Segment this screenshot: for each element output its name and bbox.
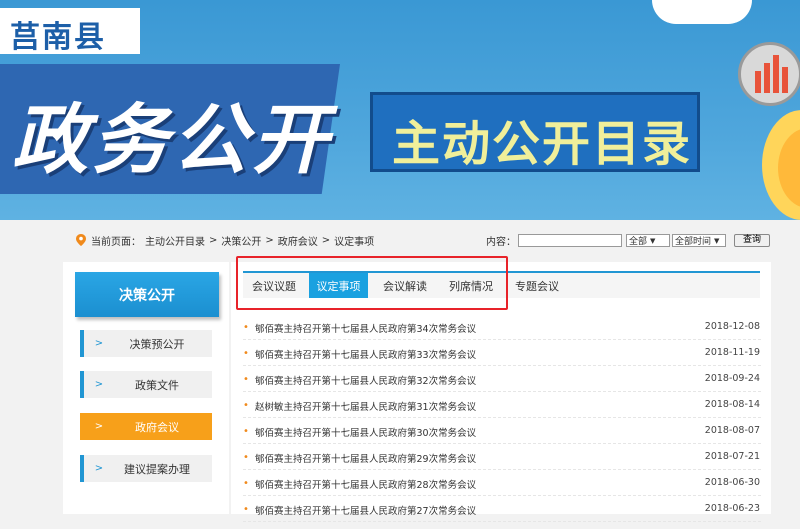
list-item-title[interactable]: 郇佰赛主持召开第十七届县人民政府第29次常务会议 [255,451,476,465]
list-item-title[interactable]: 郇佰赛主持召开第十七届县人民政府第27次常务会议 [255,503,476,517]
search-button[interactable]: 查询 [734,234,771,247]
breadcrumb-separator: > [265,234,274,246]
list-item-date: 2018-11-19 [704,347,760,358]
list-item[interactable]: • 郇佰赛主持召开第十七届县人民政府第28次常务会议 2018-06-30 [243,470,761,496]
location-pin-icon [76,234,86,246]
list-item-title[interactable]: 赵树敏主持召开第十七届县人民政府第31次常务会议 [255,399,476,413]
list-item[interactable]: • 赵树敏主持召开第十七届县人民政府第31次常务会议 2018-08-14 [243,392,761,418]
breadcrumb-item[interactable]: 决策公开 [221,233,261,248]
sidebar-item-label: 政策文件 [135,378,179,392]
dot-icon: • [243,348,249,359]
tab-special-meetings[interactable]: 专题会议 [508,273,566,298]
time-select-value: 全部时间 [675,237,712,247]
sidebar-header: 决策公开 [75,272,219,317]
list-item-date: 2018-08-07 [704,425,760,436]
sidebar-item-policy-documents[interactable]: > 政策文件 [80,371,212,398]
list-item-date: 2018-07-21 [704,451,760,462]
breadcrumb-item[interactable]: 主动公开目录 [145,233,205,248]
dot-icon: • [243,322,249,333]
list-item-title[interactable]: 郇佰赛主持召开第十七届县人民政府第30次常务会议 [255,425,476,439]
breadcrumb-prefix: 当前页面： [91,236,141,248]
list-item-title[interactable]: 郇佰赛主持召开第十七届县人民政府第28次常务会议 [255,477,476,491]
search-bar: 内容： 全部 ▼ 全部时间 ▼ 查询 [486,233,771,248]
list-item-date: 2018-12-08 [704,321,760,332]
search-label: 内容： [486,237,516,248]
chevron-right-icon: > [94,463,104,474]
dot-icon: • [243,374,249,385]
sidebar-item-government-meetings[interactable]: > 政府会议 [80,413,212,440]
breadcrumb-separator: > [209,234,218,246]
list-item[interactable]: • 郇佰赛主持召开第十七届县人民政府第33次常务会议 2018-11-19 [243,340,761,366]
list-item-date: 2018-09-24 [704,373,760,384]
chevron-down-icon: ▼ [714,236,720,245]
dot-icon: • [243,426,249,437]
search-input[interactable] [518,234,622,247]
chevron-right-icon: > [94,421,104,432]
chevron-down-icon: ▼ [650,236,656,245]
scope-select-value: 全部 [629,237,648,247]
list-item[interactable]: • 郇佰赛主持召开第十七届县人民政府第30次常务会议 2018-08-07 [243,418,761,444]
county-name: 莒南县 [10,20,106,55]
list-item[interactable]: • 郇佰赛主持召开第十七届县人民政府第34次常务会议 2018-12-08 [243,314,761,340]
list-item-date: 2018-06-30 [704,477,760,488]
list-item-title[interactable]: 郇佰赛主持召开第十七届县人民政府第34次常务会议 [255,321,476,335]
breadcrumb-item[interactable]: 政府会议 [278,233,318,248]
sidebar-item-label: 政府会议 [135,420,179,434]
list-item-date: 2018-06-23 [704,503,760,514]
site-title: 政务公开 [12,95,332,184]
highlight-box [236,256,508,310]
chevron-right-icon: > [94,338,104,349]
dot-icon: • [243,400,249,411]
breadcrumb-current: 议定事项 [334,236,375,248]
list-item[interactable]: • 郇佰赛主持召开第十七届县人民政府第27次常务会议 2018-06-23 [243,496,761,522]
breadcrumb: 当前页面： 主动公开目录 > 决策公开 > 政府会议 > 议定事项 [76,233,378,248]
bar-chart-icon [738,42,800,106]
sidebar-item-label: 决策预公开 [129,337,185,351]
cloud-decoration [652,0,752,24]
list-item-title[interactable]: 郇佰赛主持召开第十七届县人民政府第33次常务会议 [255,347,476,361]
list-item[interactable]: • 郇佰赛主持召开第十七届县人民政府第32次常务会议 2018-09-24 [243,366,761,392]
breadcrumb-separator: > [321,234,331,246]
scope-select[interactable]: 全部 ▼ [626,234,670,247]
dot-icon: • [243,452,249,463]
list-item-date: 2018-08-14 [704,399,760,410]
sidebar-item-proposal-handling[interactable]: > 建议提案办理 [80,455,212,482]
dot-icon: • [243,478,249,489]
list-item[interactable]: • 郇佰赛主持召开第十七届县人民政府第29次常务会议 2018-07-21 [243,444,761,470]
header-banner: 莒南县 政务公开 主动公开目录 [0,0,800,220]
site-subtitle: 主动公开目录 [392,116,693,172]
sidebar-item-decision-preview[interactable]: > 决策预公开 [80,330,212,357]
chevron-right-icon: > [94,379,104,390]
sidebar-item-label: 建议提案办理 [124,462,190,476]
dot-icon: • [243,504,249,515]
list-item-title[interactable]: 郇佰赛主持召开第十七届县人民政府第32次常务会议 [255,373,476,387]
time-select[interactable]: 全部时间 ▼ [672,234,726,247]
